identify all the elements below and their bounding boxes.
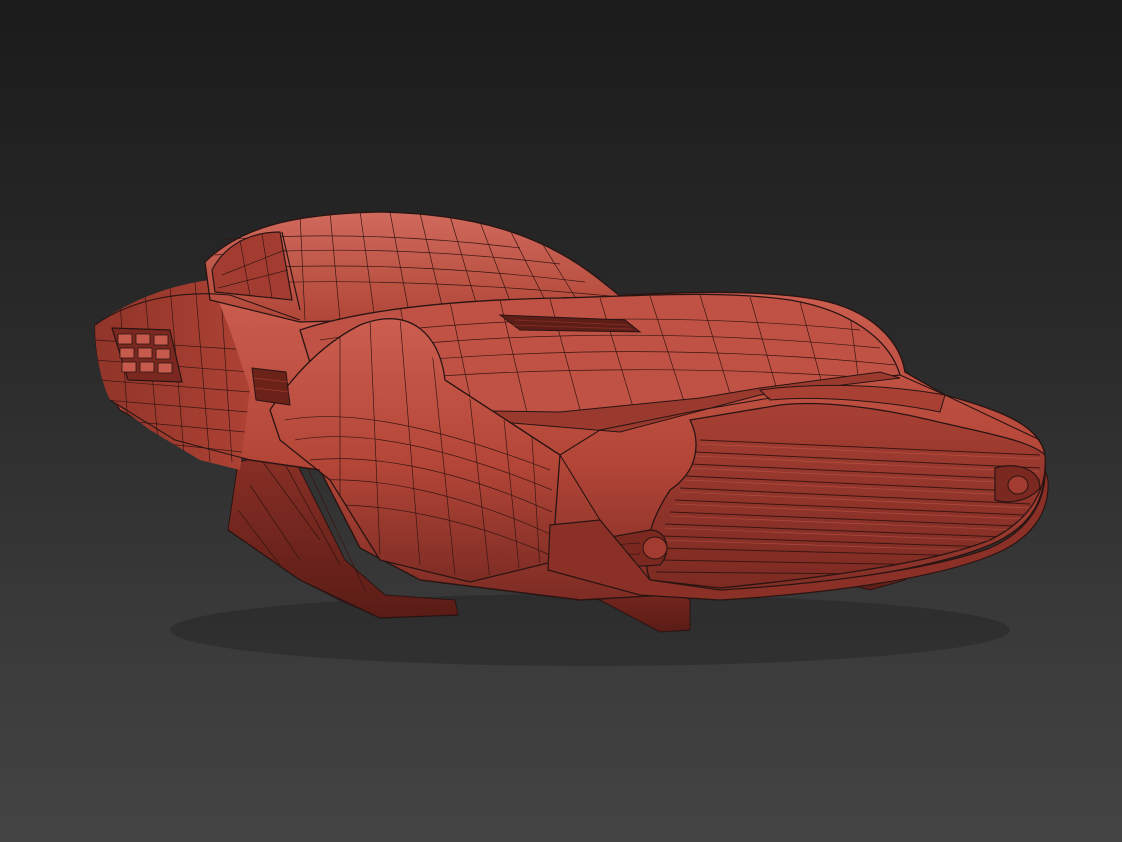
3d-viewport[interactable] xyxy=(0,0,1122,842)
hover-car-render xyxy=(94,211,1049,666)
